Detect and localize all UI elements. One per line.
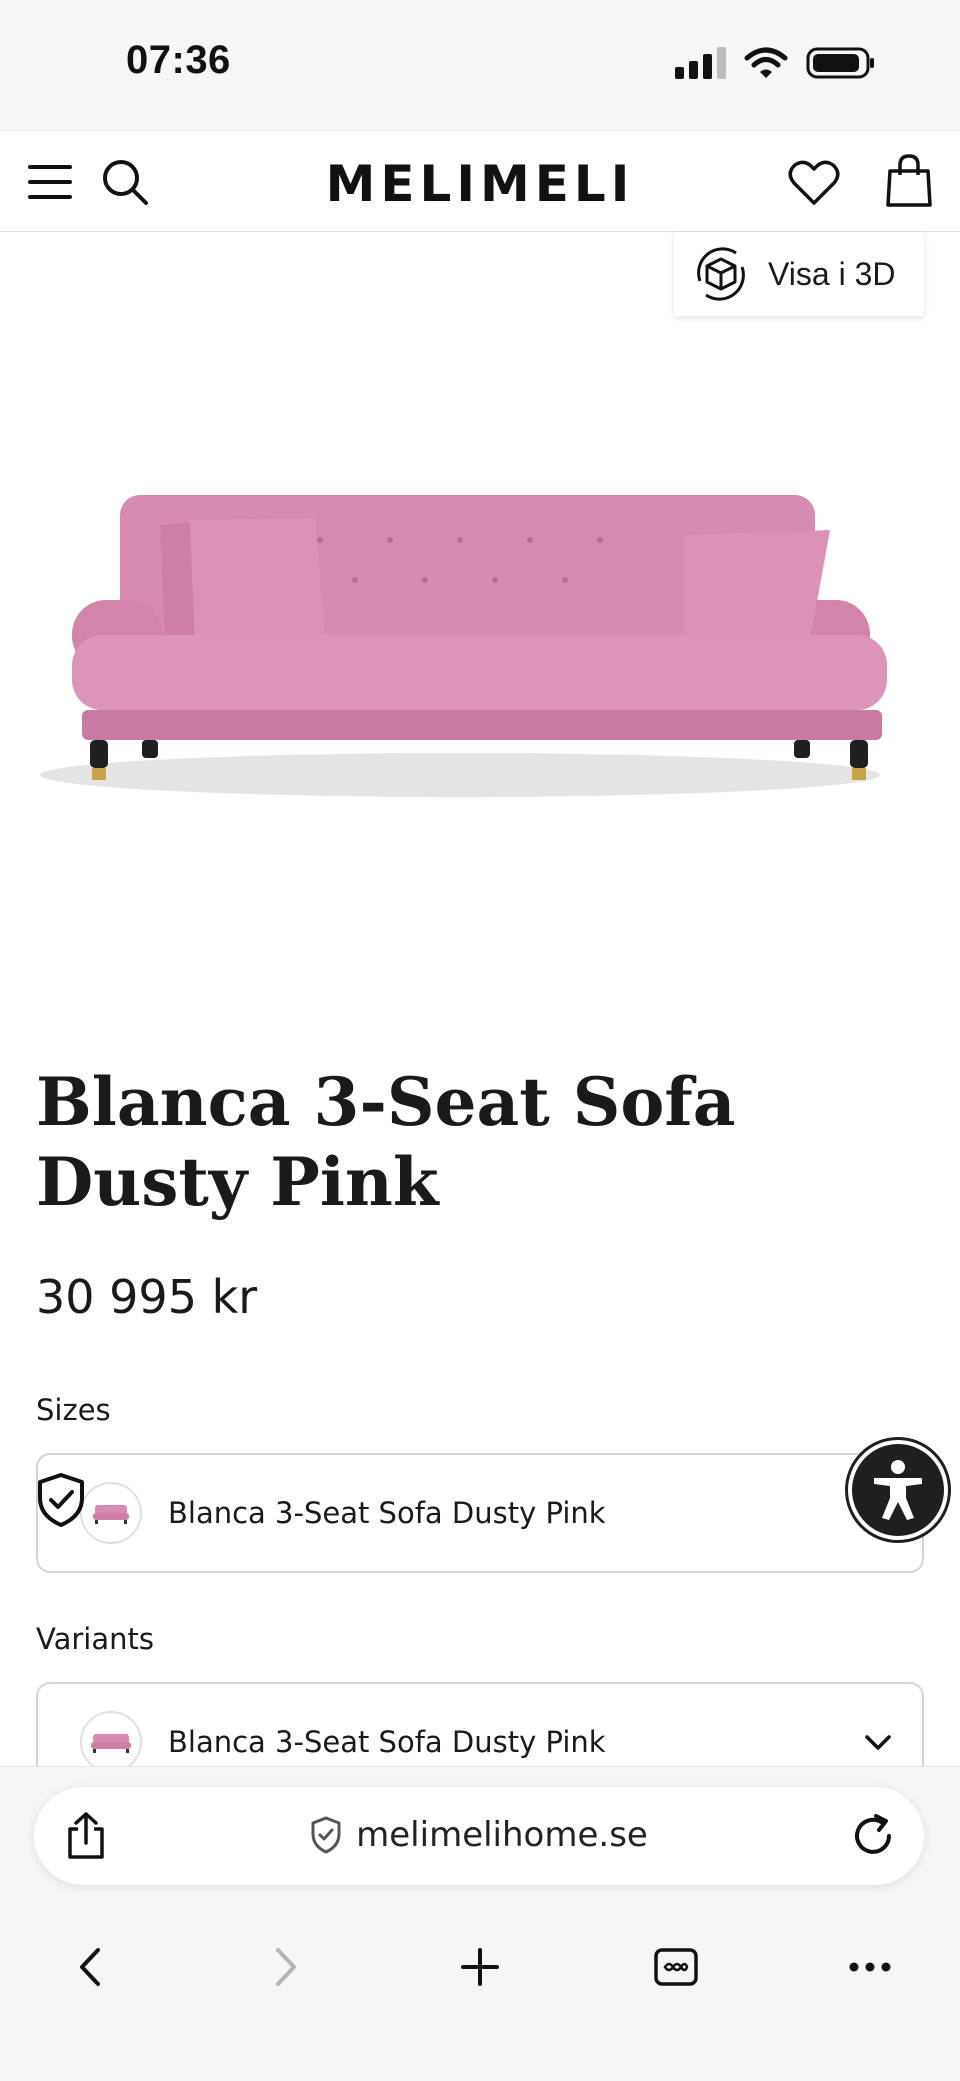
battery-icon bbox=[806, 47, 874, 79]
product-title: Blanca 3-Seat Sofa Dusty Pink bbox=[36, 1063, 736, 1221]
heart-icon[interactable] bbox=[788, 159, 840, 207]
shield-check-icon bbox=[311, 1816, 341, 1854]
reload-icon[interactable] bbox=[848, 1811, 898, 1861]
cellular-signal-icon bbox=[675, 47, 726, 79]
view-3d-label: Visa i 3D bbox=[768, 255, 896, 292]
sizes-selector[interactable]: Blanca 3-Seat Sofa Dusty Pink bbox=[36, 1453, 924, 1573]
sofa-thumbnail-icon bbox=[91, 1734, 131, 1753]
status-icons bbox=[675, 46, 876, 80]
wifi-icon bbox=[744, 47, 788, 78]
more-button[interactable] bbox=[830, 1927, 910, 2007]
status-time: 07:36 bbox=[126, 38, 231, 82]
browser-toolbar: melimelihome.se bbox=[0, 1766, 960, 2081]
size-thumbnail bbox=[80, 1482, 142, 1544]
url-group[interactable]: melimelihome.se bbox=[34, 1815, 924, 1855]
new-tab-button[interactable] bbox=[440, 1927, 520, 2007]
tabs-icon bbox=[654, 1948, 698, 1986]
sofa-thumbnail-icon bbox=[93, 1505, 129, 1524]
view-3d-button[interactable]: Visa i 3D bbox=[674, 232, 924, 316]
sizes-label: Sizes bbox=[36, 1393, 111, 1427]
status-bar: 07:36 bbox=[0, 0, 960, 130]
plus-icon bbox=[461, 1948, 499, 1986]
variants-label: Variants bbox=[36, 1622, 154, 1656]
chevron-right-icon bbox=[276, 1948, 296, 1986]
pink-sofa-image bbox=[40, 495, 887, 797]
browser-nav-row bbox=[0, 1927, 960, 2007]
tabs-button[interactable] bbox=[636, 1927, 716, 2007]
address-bar[interactable]: melimelihome.se bbox=[34, 1787, 924, 1885]
url-text: melimelihome.se bbox=[356, 1815, 648, 1855]
site-header: MELIMELI bbox=[0, 130, 960, 232]
accessibility-button[interactable] bbox=[848, 1440, 948, 1540]
variant-thumbnail bbox=[80, 1711, 142, 1773]
shopping-bag-icon[interactable] bbox=[886, 153, 932, 207]
back-button[interactable] bbox=[50, 1927, 130, 2007]
product-price: 30 995 kr bbox=[36, 1270, 258, 1324]
more-dots-icon bbox=[849, 1962, 891, 1972]
shield-check-icon bbox=[38, 1473, 84, 1527]
chevron-down-icon bbox=[865, 1735, 891, 1750]
3d-cube-rotate-icon bbox=[697, 247, 745, 301]
chevron-left-icon bbox=[80, 1948, 100, 1986]
accessibility-person-icon bbox=[874, 1460, 922, 1520]
forward-button[interactable] bbox=[246, 1927, 326, 2007]
sizes-selected-label: Blanca 3-Seat Sofa Dusty Pink bbox=[168, 1496, 606, 1530]
variants-selected-label: Blanca 3-Seat Sofa Dusty Pink bbox=[168, 1725, 606, 1759]
